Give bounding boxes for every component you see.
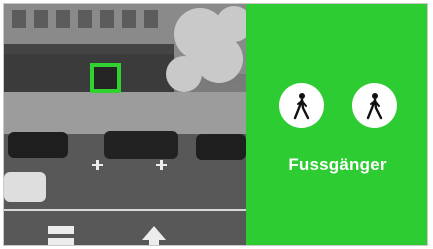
category-label: Fussgänger <box>288 155 387 174</box>
pedestrian-icon <box>366 92 382 119</box>
category-icons <box>279 83 404 131</box>
detection-box <box>90 63 121 93</box>
street-camera-image <box>4 4 246 245</box>
pedestrian-icon-badge <box>352 83 397 128</box>
category-panel: Fussgänger <box>246 4 427 245</box>
pedestrian-icon-badge <box>279 83 324 128</box>
pedestrian-icon <box>293 92 309 119</box>
detection-card: Fussgänger <box>3 3 428 246</box>
street-scene-illustration <box>4 4 246 245</box>
